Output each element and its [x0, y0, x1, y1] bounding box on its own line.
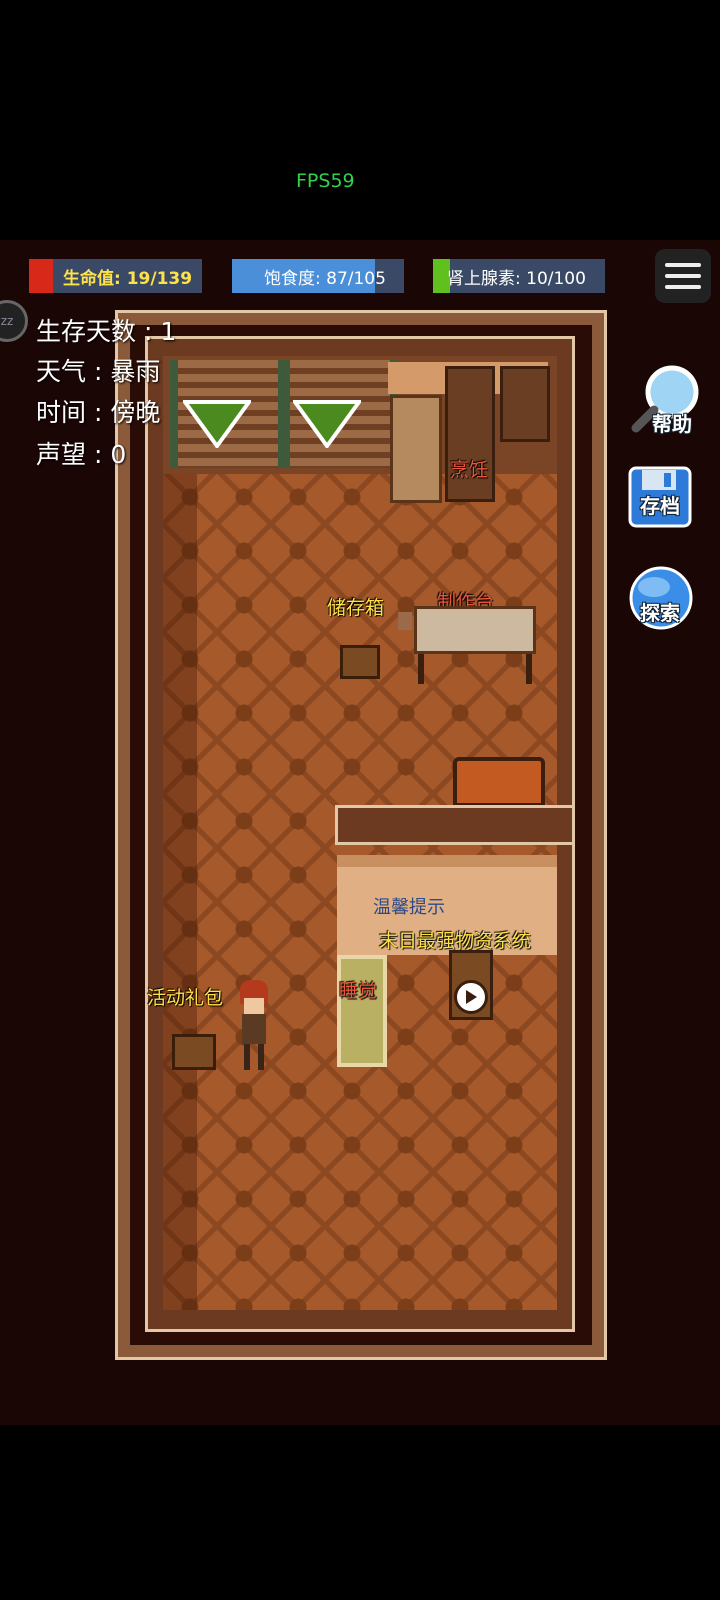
adrenaline-bar-label: 肾上腺素: 10/100: [447, 268, 586, 289]
window: [500, 366, 550, 442]
hamburger-icon-line: [665, 285, 701, 289]
adrenaline-bar: 肾上腺素: 10/100: [433, 259, 605, 293]
workbench-leg: [418, 654, 424, 684]
hamburger-icon-line: [665, 274, 701, 278]
save-button[interactable]: 存档: [628, 466, 700, 532]
partition-wall: [335, 805, 575, 845]
down-arrow-icon[interactable]: [183, 400, 251, 448]
reputation: 声望 : 0: [36, 440, 127, 469]
fps-counter: FPS59: [296, 170, 355, 192]
hp-bar: 生命值: 19/139: [29, 259, 202, 293]
help-button[interactable]: 帮助: [628, 362, 708, 438]
explore-label: 探索: [640, 601, 680, 625]
storage-box[interactable]: [340, 645, 380, 679]
cooking-label[interactable]: 烹饪: [450, 455, 488, 482]
supply-system-label[interactable]: 末日最强物资系统: [379, 926, 531, 953]
bedroom-wall-trim: [337, 855, 557, 867]
sleep-label[interactable]: 睡觉: [339, 976, 377, 1003]
hp-bar-fill: [29, 259, 53, 293]
storage-label[interactable]: 储存箱: [327, 593, 384, 620]
time-of-day: 时间 : 傍晚: [36, 398, 161, 427]
floor-shadow: [163, 470, 197, 1310]
save-label: 存档: [640, 494, 680, 518]
weather: 天气 : 暴雨: [36, 357, 161, 386]
satiety-bar-label: 饱食度: 87/105: [264, 268, 386, 289]
tip-label[interactable]: 温馨提示: [373, 893, 445, 919]
play-icon[interactable]: [454, 980, 488, 1014]
cabinet[interactable]: [390, 395, 442, 503]
hamburger-icon-line: [665, 263, 701, 267]
gift-box[interactable]: [172, 1034, 216, 1070]
bed[interactable]: [337, 955, 387, 1067]
down-arrow-icon[interactable]: [293, 400, 361, 448]
saw-icon: [398, 612, 412, 630]
hp-bar-label: 生命值: 19/139: [63, 268, 193, 289]
satiety-bar: 饱食度: 87/105: [232, 259, 404, 293]
survival-days: 生存天数 : 1: [36, 317, 177, 346]
help-label: 帮助: [652, 412, 692, 436]
gift-label[interactable]: 活动礼包: [147, 983, 223, 1010]
workbench[interactable]: [414, 606, 536, 654]
explore-button[interactable]: 探索: [628, 565, 700, 633]
furnace[interactable]: [453, 757, 545, 807]
workbench-leg: [526, 654, 532, 684]
menu-button[interactable]: [655, 249, 711, 303]
player-character[interactable]: [236, 980, 272, 1072]
